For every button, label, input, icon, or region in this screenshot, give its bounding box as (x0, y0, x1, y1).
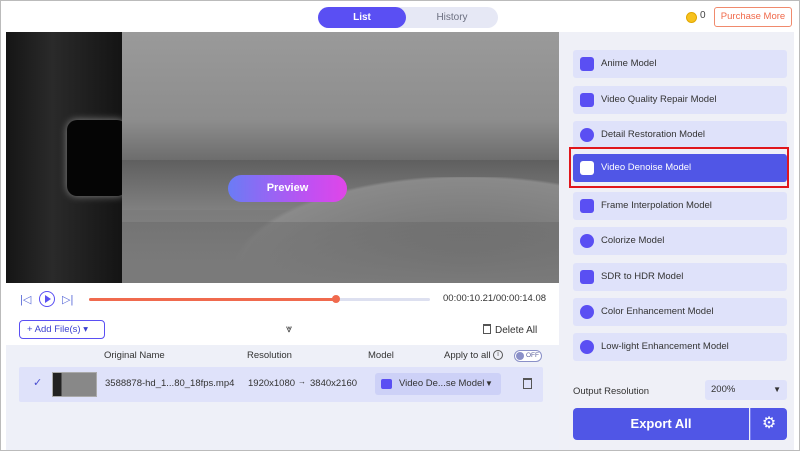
delete-all-button[interactable]: Delete All (483, 324, 537, 336)
model-label: Color Enhancement Model (601, 306, 714, 317)
row-model-label: Video De...se Model (399, 378, 485, 389)
progress-fill (89, 298, 337, 301)
apply-all-toggle[interactable]: OFF (514, 350, 542, 362)
delete-all-label: Delete All (495, 325, 538, 336)
row-model-dropdown[interactable]: Video De...se Model ▼ (375, 373, 501, 395)
export-all-button[interactable]: Export All (573, 408, 749, 440)
trash-icon (483, 324, 491, 334)
model-color-enhancement[interactable]: Color Enhancement Model (573, 298, 787, 326)
purchase-more-button[interactable]: Purchase More (714, 7, 792, 27)
toggle-label: OFF (526, 352, 539, 359)
col-model: Model (368, 350, 394, 361)
model-icon (381, 379, 392, 389)
palette-icon (580, 305, 594, 319)
coin-icon (686, 12, 697, 23)
hdr-icon (580, 270, 594, 284)
file-table: Original Name Resolution Model Apply to … (6, 345, 559, 451)
model-label: Detail Restoration Model (601, 129, 706, 140)
chevron-down-icon: ▼ (773, 385, 781, 394)
file-toolbar: + Add File(s) ▾ ⩔ Delete All (6, 315, 559, 345)
table-row[interactable]: ✓ 3588878-hd_1...80_18fps.mp4 1920x1080 … (19, 367, 543, 402)
model-panel: Anime Model Video Quality Repair Model D… (559, 32, 794, 451)
video-repair-icon (580, 93, 594, 107)
time-display: 00:00:10.21/00:00:14.08 (443, 293, 547, 304)
chevron-down-icon: ▼ (485, 379, 493, 388)
output-resolution-dropdown[interactable]: 200% ▼ (705, 380, 787, 400)
col-resolution: Resolution (247, 350, 292, 361)
video-grass (122, 222, 559, 283)
moon-icon (580, 340, 594, 354)
playback-bar: |◁ ▷| 00:00:10.21/00:00:14.08 (6, 283, 559, 315)
selection-highlight (569, 147, 789, 188)
play-icon[interactable] (39, 291, 55, 307)
detail-icon (580, 128, 594, 142)
coin-count: 0 (700, 10, 706, 21)
model-label: SDR to HDR Model (601, 271, 684, 282)
add-files-button[interactable]: + Add File(s) ▾ (19, 320, 105, 339)
preview-button[interactable]: Preview (228, 175, 347, 202)
progress-handle[interactable] (332, 295, 341, 303)
model-label: Low-light Enhancement Model (601, 341, 729, 352)
file-name: 3588878-hd_1...80_18fps.mp4 (105, 378, 235, 389)
film-sprocket (67, 120, 127, 196)
model-colorize[interactable]: Colorize Model (573, 227, 787, 255)
video-thumbnail (52, 372, 97, 397)
progress-slider[interactable] (89, 295, 430, 303)
colorize-icon (580, 234, 594, 248)
model-label: Frame Interpolation Model (601, 200, 712, 211)
check-icon[interactable]: ✓ (33, 376, 42, 389)
next-frame-icon[interactable]: ▷| (62, 293, 73, 306)
tab-list[interactable]: List (318, 7, 406, 28)
col-apply-all: Apply to all (444, 350, 491, 361)
model-label: Colorize Model (601, 235, 665, 246)
collapse-chevron-icon[interactable]: ⩔ (286, 323, 292, 336)
output-resolution-label: Output Resolution (573, 386, 650, 397)
model-frame-interpolation[interactable]: Frame Interpolation Model (573, 192, 787, 220)
top-bar: List History 0 Purchase More (6, 0, 794, 32)
model-sdr-to-hdr[interactable]: SDR to HDR Model (573, 263, 787, 291)
gear-icon[interactable]: ⚙ (750, 408, 787, 440)
view-tabs: List History (318, 7, 498, 28)
tab-history[interactable]: History (406, 7, 498, 28)
trash-icon[interactable] (523, 378, 532, 389)
col-original-name: Original Name (104, 350, 165, 361)
model-low-light-enhancement[interactable]: Low-light Enhancement Model (573, 333, 787, 361)
model-label: Anime Model (601, 58, 657, 69)
output-resolution-value: 200% (711, 384, 736, 395)
model-video-quality-repair[interactable]: Video Quality Repair Model (573, 86, 787, 114)
frame-interp-icon (580, 199, 594, 213)
anime-icon (580, 57, 594, 71)
arrow-icon: → (298, 377, 306, 386)
model-detail-restoration[interactable]: Detail Restoration Model (573, 121, 787, 149)
previous-frame-icon[interactable]: |◁ (20, 293, 31, 306)
info-icon[interactable]: i (493, 350, 503, 360)
model-label: Video Quality Repair Model (601, 94, 717, 105)
target-resolution: 3840x2160 (310, 378, 358, 389)
model-anime[interactable]: Anime Model (573, 50, 787, 78)
video-preview: Preview (6, 32, 559, 283)
source-resolution: 1920x1080 (248, 378, 296, 389)
